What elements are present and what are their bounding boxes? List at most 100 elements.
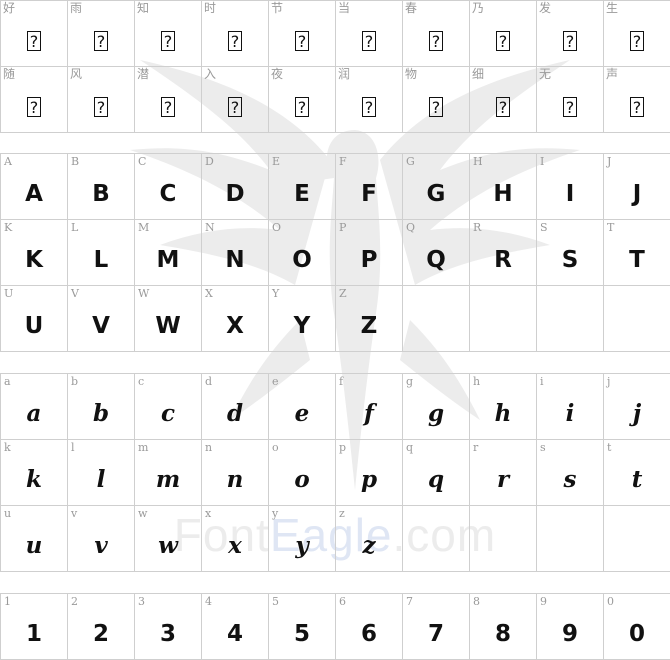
glyph-sample: ? bbox=[470, 15, 536, 66]
glyph-cell: ii bbox=[536, 373, 604, 440]
glyph-cell: yy bbox=[268, 505, 336, 572]
glyph-cell: QQ bbox=[402, 219, 470, 286]
glyph-cell: dd bbox=[201, 373, 269, 440]
glyph-cell: 00 bbox=[603, 593, 670, 660]
glyph-cell-label: M bbox=[138, 221, 150, 234]
glyph-cell-label: i bbox=[540, 375, 544, 388]
glyph-sample: e bbox=[294, 400, 310, 427]
glyph-cell-label: P bbox=[339, 221, 347, 234]
glyph-cell: DD bbox=[201, 153, 269, 220]
glyph-cell-label: t bbox=[607, 441, 612, 454]
missing-glyph-icon: ? bbox=[27, 96, 41, 117]
missing-glyph-icon: ? bbox=[563, 30, 577, 51]
glyph-cell: VV bbox=[67, 285, 135, 352]
glyph-cell-label: U bbox=[4, 287, 14, 300]
glyph-sample: ? bbox=[202, 81, 268, 132]
glyph-cell: FF bbox=[335, 153, 403, 220]
missing-glyph-icon: ? bbox=[295, 96, 309, 117]
glyph-cell-label: c bbox=[138, 375, 145, 388]
glyph-cell-label: 雨 bbox=[70, 1, 83, 15]
glyph-cell: 55 bbox=[268, 593, 336, 660]
glyph-cell: 66 bbox=[335, 593, 403, 660]
glyph-cell: 生? bbox=[603, 0, 670, 67]
glyph-cell-label: 发 bbox=[539, 1, 552, 15]
glyph-sample: l bbox=[96, 466, 106, 493]
glyph-row: uuvvwwxxyyzz bbox=[0, 505, 670, 572]
glyph-sample: 1 bbox=[25, 620, 42, 647]
glyph-cell-label: j bbox=[607, 375, 611, 388]
glyph-cell-label: S bbox=[540, 221, 548, 234]
glyph-sample: Q bbox=[426, 246, 446, 273]
glyph-sample: ? bbox=[135, 15, 201, 66]
glyph-sample: d bbox=[226, 400, 244, 427]
glyph-sample: z bbox=[362, 532, 376, 559]
glyph-cell: xx bbox=[201, 505, 269, 572]
glyph-cell-label: 3 bbox=[138, 595, 145, 608]
missing-glyph-icon: ? bbox=[94, 30, 108, 51]
glyph-cell-label: 无 bbox=[539, 67, 552, 81]
missing-glyph-icon: ? bbox=[362, 96, 376, 117]
glyph-cell: 44 bbox=[201, 593, 269, 660]
glyph-sample: n bbox=[226, 466, 244, 493]
glyph-cell: KK bbox=[0, 219, 68, 286]
missing-glyph-icon: ? bbox=[429, 30, 443, 51]
glyph-sample: V bbox=[92, 312, 110, 339]
glyph-cell: 33 bbox=[134, 593, 202, 660]
missing-glyph-icon: ? bbox=[496, 96, 510, 117]
glyph-cell-label: D bbox=[205, 155, 214, 168]
glyph-cell-label: 夜 bbox=[271, 67, 284, 81]
glyph-cell-label: f bbox=[339, 375, 344, 388]
glyph-sample: ? bbox=[470, 81, 536, 132]
glyph-cell: 润? bbox=[335, 66, 403, 133]
glyph-cell-label: I bbox=[540, 155, 545, 168]
glyph-cell: pp bbox=[335, 439, 403, 506]
glyph-cell-label: 润 bbox=[338, 67, 351, 81]
glyph-sample: ? bbox=[403, 15, 469, 66]
glyph-row: KKLLMMNNOOPPQQRRSSTT bbox=[0, 219, 670, 286]
missing-glyph-icon: ? bbox=[362, 30, 376, 51]
glyph-sample: 9 bbox=[561, 620, 578, 647]
glyph-sample: u bbox=[25, 532, 43, 559]
glyph-sample: ? bbox=[68, 81, 134, 132]
glyph-cell-label: r bbox=[473, 441, 479, 454]
glyph-cell-label: y bbox=[272, 507, 279, 520]
glyph-cell-label: 6 bbox=[339, 595, 346, 608]
glyph-sample: T bbox=[629, 246, 645, 273]
glyph-cell: 时? bbox=[201, 0, 269, 67]
glyph-cell: bb bbox=[67, 373, 135, 440]
glyph-cell-label: x bbox=[205, 507, 212, 520]
glyph-sample: J bbox=[632, 180, 642, 207]
glyph-cell-label: 随 bbox=[3, 67, 16, 81]
glyph-sample: t bbox=[631, 466, 643, 493]
glyph-sample: f bbox=[364, 400, 374, 427]
glyph-sample: a bbox=[26, 400, 42, 427]
glyph-cell-label: 当 bbox=[338, 1, 351, 15]
glyph-sample: 0 bbox=[628, 620, 645, 647]
glyph-sample: M bbox=[156, 246, 180, 273]
missing-glyph-icon: ? bbox=[27, 30, 41, 51]
glyph-cell-label: 4 bbox=[205, 595, 212, 608]
glyph-cell: 77 bbox=[402, 593, 470, 660]
glyph-sample: Y bbox=[293, 312, 311, 339]
glyph-cell: 无? bbox=[536, 66, 604, 133]
glyph-cell: rr bbox=[469, 439, 537, 506]
glyph-cell-label: B bbox=[71, 155, 80, 168]
glyph-cell: aa bbox=[0, 373, 68, 440]
glyph-cell: 11 bbox=[0, 593, 68, 660]
glyph-cell-label: J bbox=[607, 155, 612, 168]
glyph-cell bbox=[402, 285, 470, 352]
glyph-sample: ? bbox=[135, 81, 201, 132]
glyph-sample: 3 bbox=[159, 620, 176, 647]
glyph-cell bbox=[603, 285, 670, 352]
glyph-cell: RR bbox=[469, 219, 537, 286]
glyph-sample: L bbox=[93, 246, 109, 273]
glyph-cell: 风? bbox=[67, 66, 135, 133]
glyph-cell-label: 入 bbox=[204, 67, 217, 81]
glyph-cell-label: 8 bbox=[473, 595, 480, 608]
glyph-cell: 细? bbox=[469, 66, 537, 133]
glyph-cell-label: 0 bbox=[607, 595, 614, 608]
glyph-sample: k bbox=[26, 466, 42, 493]
glyph-sample: h bbox=[494, 400, 512, 427]
glyph-cell: EE bbox=[268, 153, 336, 220]
glyph-cell: hh bbox=[469, 373, 537, 440]
